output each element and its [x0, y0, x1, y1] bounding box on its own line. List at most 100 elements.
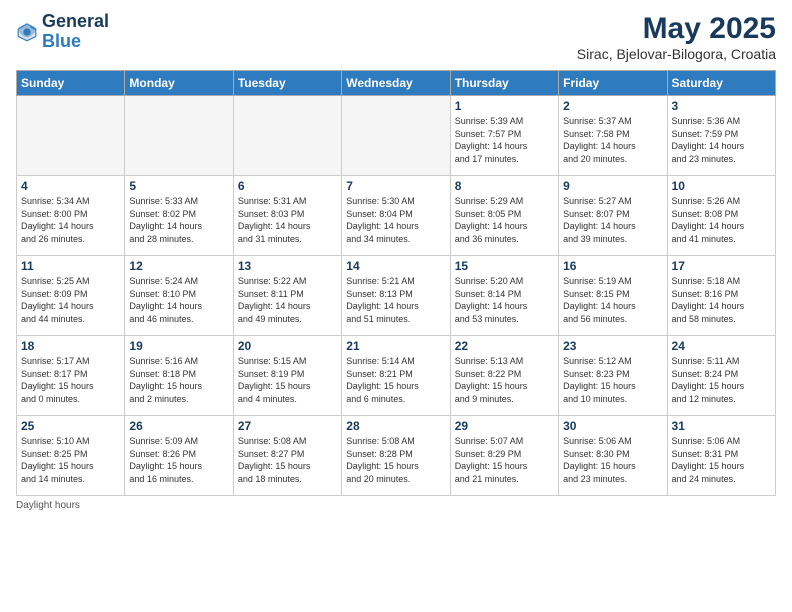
day-number: 28 — [346, 419, 445, 433]
day-number: 27 — [238, 419, 337, 433]
calendar-cell: 1Sunrise: 5:39 AM Sunset: 7:57 PM Daylig… — [450, 96, 558, 176]
day-info: Sunrise: 5:29 AM Sunset: 8:05 PM Dayligh… — [455, 195, 554, 245]
day-number: 6 — [238, 179, 337, 193]
day-info: Sunrise: 5:17 AM Sunset: 8:17 PM Dayligh… — [21, 355, 120, 405]
calendar-cell: 15 Sunrise: 5:20 AM Sunset: 8:14 PM Dayli… — [450, 256, 558, 336]
day-info: Sunrise: 5:15 AM Sunset: 8:19 PM Dayligh… — [238, 355, 337, 405]
day-number: 8 — [455, 179, 554, 193]
footer-note: Daylight hours — [16, 500, 776, 511]
day-number: 31 — [672, 419, 771, 433]
day-info: Sunrise: 5:08 AM Sunset: 8:28 PM Dayligh… — [346, 435, 445, 485]
calendar-cell: 5Sunrise: 5:33 AM Sunset: 8:02 PM Daylig… — [125, 176, 233, 256]
day-info: Sunrise: 5:27 AM Sunset: 8:07 PM Dayligh… — [563, 195, 662, 245]
day-number: 12 — [129, 259, 228, 273]
calendar-cell: 2 Sunrise: 5:37 AM Sunset: 7:58 PM Daylig… — [559, 96, 667, 176]
calendar-cell: 11 Sunrise: 5:25 AM Sunset: 8:09 PM Dayli… — [17, 256, 125, 336]
calendar-cell: 9 Sunrise: 5:27 AM Sunset: 8:07 PM Daylig… — [559, 176, 667, 256]
day-info: Sunrise: 5:26 AM Sunset: 8:08 PM Dayligh… — [672, 195, 771, 245]
day-info: Sunrise: 5:14 AM Sunset: 8:21 PM Dayligh… — [346, 355, 445, 405]
day-number: 9 — [563, 179, 662, 193]
calendar-cell: 4 Sunrise: 5:34 AM Sunset: 8:00 PM Daylig… — [17, 176, 125, 256]
day-number: 30 — [563, 419, 662, 433]
logo-blue-text: Blue — [42, 32, 109, 52]
logo-general-text: General — [42, 12, 109, 32]
weekday-monday: Monday — [125, 71, 233, 96]
day-info: Sunrise: 5:20 AM Sunset: 8:14 PM Dayligh… — [455, 275, 554, 325]
calendar-cell — [342, 96, 450, 176]
calendar-cell: 23Sunrise: 5:12 AM Sunset: 8:23 PM Dayli… — [559, 336, 667, 416]
day-info: Sunrise: 5:22 AM Sunset: 8:11 PM Dayligh… — [238, 275, 337, 325]
calendar-cell: 30 Sunrise: 5:06 AM Sunset: 8:30 PM Dayli… — [559, 416, 667, 496]
calendar-cell — [233, 96, 341, 176]
day-info: Sunrise: 5:10 AM Sunset: 8:25 PM Dayligh… — [21, 435, 120, 485]
calendar-cell: 27 Sunrise: 5:08 AM Sunset: 8:27 PM Dayli… — [233, 416, 341, 496]
day-info: Sunrise: 5:07 AM Sunset: 8:29 PM Dayligh… — [455, 435, 554, 485]
day-info: Sunrise: 5:25 AM Sunset: 8:09 PM Dayligh… — [21, 275, 120, 325]
day-info: Sunrise: 5:37 AM Sunset: 7:58 PM Dayligh… — [563, 115, 662, 165]
month-title: May 2025 — [577, 12, 776, 46]
day-number: 23 — [563, 339, 662, 353]
day-number: 7 — [346, 179, 445, 193]
day-number: 16 — [563, 259, 662, 273]
day-number: 18 — [21, 339, 120, 353]
day-number: 13 — [238, 259, 337, 273]
calendar-cell: 8 Sunrise: 5:29 AM Sunset: 8:05 PM Daylig… — [450, 176, 558, 256]
day-number: 21 — [346, 339, 445, 353]
calendar-cell: 18 Sunrise: 5:17 AM Sunset: 8:17 PM Dayli… — [17, 336, 125, 416]
title-block: May 2025 Sirac, Bjelovar-Bilogora, Croat… — [577, 12, 776, 62]
day-number: 15 — [455, 259, 554, 273]
calendar-cell: 21 Sunrise: 5:14 AM Sunset: 8:21 PM Dayli… — [342, 336, 450, 416]
day-info: Sunrise: 5:34 AM Sunset: 8:00 PM Dayligh… — [21, 195, 120, 245]
day-number: 20 — [238, 339, 337, 353]
day-number: 3 — [672, 99, 771, 113]
logo: General Blue — [16, 12, 109, 52]
day-number: 17 — [672, 259, 771, 273]
weekday-friday: Friday — [559, 71, 667, 96]
day-info: Sunrise: 5:36 AM Sunset: 7:59 PM Dayligh… — [672, 115, 771, 165]
calendar-cell: 17 Sunrise: 5:18 AM Sunset: 8:16 PM Dayli… — [667, 256, 775, 336]
day-number: 2 — [563, 99, 662, 113]
day-info: Sunrise: 5:11 AM Sunset: 8:24 PM Dayligh… — [672, 355, 771, 405]
calendar-cell: 7 Sunrise: 5:30 AM Sunset: 8:04 PM Daylig… — [342, 176, 450, 256]
calendar-week-0: 1Sunrise: 5:39 AM Sunset: 7:57 PM Daylig… — [17, 96, 776, 176]
day-number: 4 — [21, 179, 120, 193]
day-info: Sunrise: 5:06 AM Sunset: 8:30 PM Dayligh… — [563, 435, 662, 485]
day-info: Sunrise: 5:18 AM Sunset: 8:16 PM Dayligh… — [672, 275, 771, 325]
calendar-cell: 28 Sunrise: 5:08 AM Sunset: 8:28 PM Dayli… — [342, 416, 450, 496]
calendar-cell: 16Sunrise: 5:19 AM Sunset: 8:15 PM Dayli… — [559, 256, 667, 336]
page-header: General Blue May 2025 Sirac, Bjelovar-Bi… — [16, 12, 776, 62]
day-info: Sunrise: 5:21 AM Sunset: 8:13 PM Dayligh… — [346, 275, 445, 325]
calendar-cell: 19Sunrise: 5:16 AM Sunset: 8:18 PM Dayli… — [125, 336, 233, 416]
calendar-week-2: 11 Sunrise: 5:25 AM Sunset: 8:09 PM Dayli… — [17, 256, 776, 336]
calendar-cell: 12 Sunrise: 5:24 AM Sunset: 8:10 PM Dayli… — [125, 256, 233, 336]
calendar-cell: 10Sunrise: 5:26 AM Sunset: 8:08 PM Dayli… — [667, 176, 775, 256]
weekday-header-row: SundayMondayTuesdayWednesdayThursdayFrid… — [17, 71, 776, 96]
calendar-week-3: 18 Sunrise: 5:17 AM Sunset: 8:17 PM Dayli… — [17, 336, 776, 416]
calendar-cell: 14 Sunrise: 5:21 AM Sunset: 8:13 PM Dayli… — [342, 256, 450, 336]
day-info: Sunrise: 5:24 AM Sunset: 8:10 PM Dayligh… — [129, 275, 228, 325]
day-number: 29 — [455, 419, 554, 433]
calendar-week-4: 25 Sunrise: 5:10 AM Sunset: 8:25 PM Dayli… — [17, 416, 776, 496]
day-number: 11 — [21, 259, 120, 273]
weekday-wednesday: Wednesday — [342, 71, 450, 96]
location-text: Sirac, Bjelovar-Bilogora, Croatia — [577, 46, 776, 62]
calendar-cell: 25 Sunrise: 5:10 AM Sunset: 8:25 PM Dayli… — [17, 416, 125, 496]
calendar-cell: 24 Sunrise: 5:11 AM Sunset: 8:24 PM Dayli… — [667, 336, 775, 416]
calendar-cell — [17, 96, 125, 176]
day-info: Sunrise: 5:30 AM Sunset: 8:04 PM Dayligh… — [346, 195, 445, 245]
day-number: 24 — [672, 339, 771, 353]
day-info: Sunrise: 5:08 AM Sunset: 8:27 PM Dayligh… — [238, 435, 337, 485]
logo-icon — [16, 21, 38, 43]
day-number: 25 — [21, 419, 120, 433]
calendar-cell: 22Sunrise: 5:13 AM Sunset: 8:22 PM Dayli… — [450, 336, 558, 416]
day-info: Sunrise: 5:31 AM Sunset: 8:03 PM Dayligh… — [238, 195, 337, 245]
day-info: Sunrise: 5:16 AM Sunset: 8:18 PM Dayligh… — [129, 355, 228, 405]
weekday-saturday: Saturday — [667, 71, 775, 96]
calendar-cell: 31Sunrise: 5:06 AM Sunset: 8:31 PM Dayli… — [667, 416, 775, 496]
weekday-thursday: Thursday — [450, 71, 558, 96]
day-info: Sunrise: 5:39 AM Sunset: 7:57 PM Dayligh… — [455, 115, 554, 165]
calendar-cell: 3 Sunrise: 5:36 AM Sunset: 7:59 PM Daylig… — [667, 96, 775, 176]
day-number: 14 — [346, 259, 445, 273]
calendar-table: SundayMondayTuesdayWednesdayThursdayFrid… — [16, 70, 776, 496]
calendar-cell — [125, 96, 233, 176]
